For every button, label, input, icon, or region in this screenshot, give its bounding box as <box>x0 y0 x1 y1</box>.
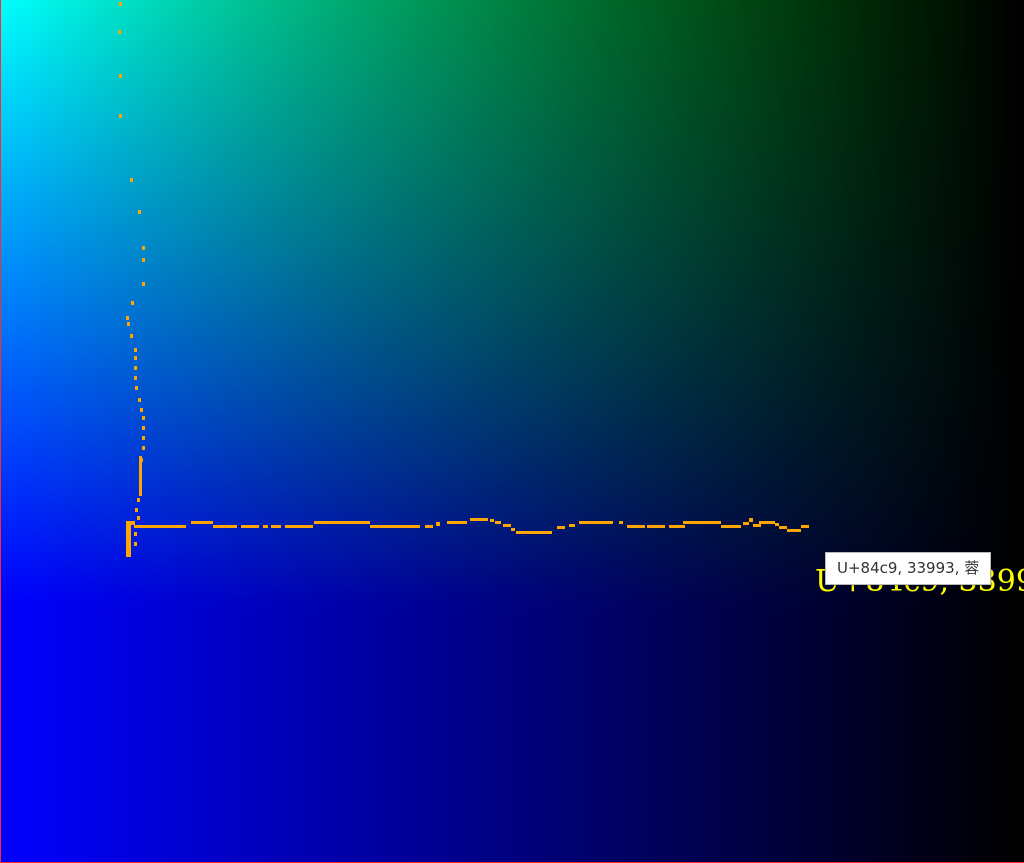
trace-segment <box>118 30 121 34</box>
trace-segment <box>126 521 131 557</box>
trace-segment <box>683 521 721 524</box>
trace-segment <box>134 356 137 360</box>
trace-segment <box>130 178 133 182</box>
trace-segment <box>134 542 137 546</box>
trace-segment <box>779 526 787 529</box>
trace-segment <box>619 521 623 524</box>
trace-segment <box>131 521 135 525</box>
trace-segment <box>801 525 809 528</box>
trace-segment <box>134 376 137 380</box>
trace-segment <box>516 531 552 534</box>
trace-segment <box>134 348 137 352</box>
trace-segment <box>436 522 440 526</box>
trace-segment <box>749 518 753 522</box>
trace-segment <box>131 301 134 305</box>
trace-segment <box>137 516 140 520</box>
trace-segment <box>127 322 130 326</box>
trace-segment <box>119 2 122 6</box>
trace-segment <box>126 316 129 320</box>
trace-segment <box>314 521 370 524</box>
trace-segment <box>370 525 420 528</box>
trace-segment <box>759 521 775 524</box>
trace-segment <box>130 334 133 338</box>
trace-segment <box>511 528 515 531</box>
trace-segment <box>447 521 467 524</box>
trace-segment <box>135 508 138 512</box>
trace-segment <box>470 518 488 521</box>
trace-segment <box>213 525 237 528</box>
trace-segment <box>134 525 186 528</box>
trace-segment <box>142 446 145 450</box>
trace-segment <box>775 523 779 526</box>
trace-segment <box>134 532 137 536</box>
signal-trace <box>118 2 809 557</box>
trace-segment <box>139 456 142 496</box>
trace-segment <box>263 525 268 528</box>
trace-segment <box>503 524 511 527</box>
trace-segment <box>142 282 145 286</box>
trace-segment <box>271 525 281 528</box>
trace-segment <box>142 258 145 262</box>
trace-segment <box>137 498 140 502</box>
trace-segment <box>142 426 145 430</box>
trace-segment <box>787 529 801 532</box>
trace-segment <box>285 525 313 528</box>
trace-segment <box>557 526 565 529</box>
trace-segment <box>142 416 145 420</box>
trace-segment <box>495 521 501 524</box>
trace-segment <box>669 525 685 528</box>
plot-canvas[interactable]: U+84c9, 33993, 蓉 U+84c9, 33993, 蓉 <box>0 0 1024 863</box>
trace-segment <box>743 522 749 525</box>
trace-segment <box>138 210 141 214</box>
trace-segment <box>579 521 613 524</box>
trace-segment <box>119 74 122 78</box>
hover-tooltip: U+84c9, 33993, 蓉 <box>825 552 992 585</box>
trace-segment <box>721 525 741 528</box>
trace-segment <box>138 398 141 402</box>
trace-segment <box>142 436 145 440</box>
trace-segment <box>241 525 259 528</box>
trace-segment <box>569 524 575 527</box>
trace-segment <box>647 525 665 528</box>
trace-segment <box>490 519 494 522</box>
trace-segment <box>142 246 145 250</box>
trace-segment <box>119 114 122 118</box>
trace-segment <box>753 524 761 527</box>
trace-segment <box>425 525 433 528</box>
trace-segment <box>191 521 213 524</box>
trace-segment <box>134 366 137 370</box>
trace-segment <box>627 525 645 528</box>
trace-segment <box>135 386 138 390</box>
trace-segment <box>140 408 143 412</box>
